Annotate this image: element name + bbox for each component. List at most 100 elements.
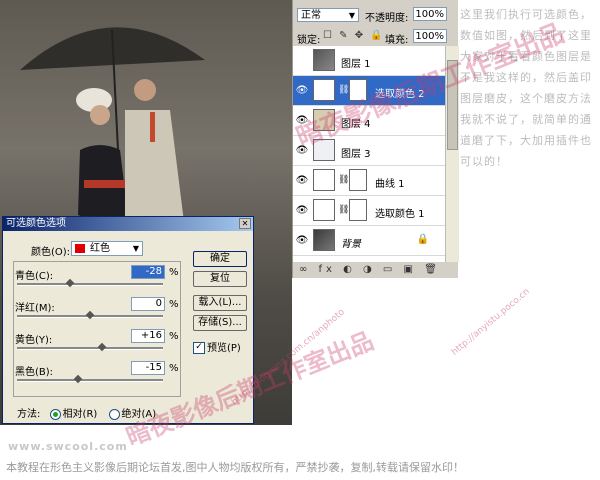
- layer-row[interactable]: 👁 ⛓ 选取颜色 2: [293, 76, 445, 106]
- man-face: [134, 79, 156, 101]
- percent-unit: %: [169, 267, 179, 278]
- chevron-down-icon: ▼: [132, 244, 139, 253]
- slider-track[interactable]: [17, 347, 163, 350]
- link-icon: ⛓: [338, 85, 350, 95]
- eye-icon[interactable]: 👁: [295, 175, 309, 187]
- woman-face: [90, 105, 110, 125]
- checkmark-icon[interactable]: ✓: [193, 342, 205, 354]
- reset-button[interactable]: 复位: [193, 271, 247, 287]
- mask-thumbnail: [349, 169, 367, 191]
- layer-thumbnail: [313, 49, 335, 71]
- slider-track[interactable]: [17, 283, 163, 286]
- copyright-note: 本教程在形色主义影像后期论坛首发,图中人物均版权所有，严禁抄袭，复制,转载请保留…: [6, 461, 464, 474]
- layer-thumbnail: [313, 229, 335, 251]
- mask-thumbnail: [349, 199, 367, 221]
- cyan-input[interactable]: -28: [131, 265, 165, 279]
- layer-name: 选取颜色 2: [375, 89, 425, 100]
- blend-mode-select[interactable]: 正常 ▼: [297, 8, 359, 22]
- layers-lock-bar: 锁定: ☐ ✎ ✥ 🔒 填充: 100%: [293, 28, 459, 46]
- mask-thumbnail: [349, 79, 367, 101]
- opacity-label: 不透明度:: [365, 13, 409, 24]
- adjustment-thumbnail: [313, 79, 335, 101]
- fill-input[interactable]: 100%: [413, 29, 447, 43]
- percent-unit: %: [169, 363, 179, 374]
- layer-name: 图层 3: [341, 149, 371, 160]
- yellow-input[interactable]: +16: [131, 329, 165, 343]
- layer-name: 图层 4: [341, 119, 371, 130]
- layer-row[interactable]: 👁 图层 4: [293, 106, 445, 136]
- layers-scrollbar[interactable]: [445, 46, 459, 262]
- eye-icon[interactable]: 👁: [295, 145, 309, 157]
- layer-name: 背景: [341, 239, 361, 250]
- blend-mode-value: 正常: [301, 10, 321, 21]
- eye-icon[interactable]: 👁: [295, 205, 309, 217]
- layers-bottom-toolbar[interactable]: ∞ fx ◐ ◑ ▭ ▣ 🗑: [293, 262, 459, 278]
- slider-label: 黄色(Y):: [15, 335, 53, 346]
- black-input[interactable]: -15: [131, 361, 165, 375]
- load-button[interactable]: 载入(L)...: [193, 295, 247, 311]
- slider-cyan: 青色(C): -28 %: [15, 265, 183, 297]
- watermark-url: http://anyistu.poco.cn: [450, 286, 532, 358]
- layers-top-bar: 正常 ▼ 不透明度: 100%: [293, 6, 459, 24]
- layers-panel: 正常 ▼ 不透明度: 100% 锁定: ☐ ✎ ✥ 🔒 填充: 100% 图层 …: [292, 0, 459, 278]
- magenta-input[interactable]: 0: [131, 297, 165, 311]
- relative-label: 相对(R): [62, 409, 98, 420]
- ok-button[interactable]: 确定: [193, 251, 247, 267]
- tutorial-side-text: 这里我们执行可选颜色，数值如图，然后到了这里大家对于看看颜色图层是不是我这样的，…: [460, 8, 592, 168]
- slider-yellow: 黄色(Y): +16 %: [15, 329, 183, 361]
- selective-color-dialog: 可选颜色选项 ✕ 颜色(O): 红色 ▼ 青色(C): -28 % 洋红(M):…: [2, 216, 254, 424]
- absolute-radio[interactable]: 绝对(A): [108, 408, 157, 420]
- save-button[interactable]: 存储(S)...: [193, 315, 247, 331]
- layer-thumbnail: [313, 109, 335, 131]
- layer-name: 选取颜色 1: [375, 209, 425, 220]
- layer-name: 曲线 1: [375, 179, 405, 190]
- scrollbar-thumb[interactable]: [447, 60, 458, 150]
- layer-row[interactable]: 👁 ⛓ 曲线 1: [293, 166, 445, 196]
- dialog-titlebar[interactable]: 可选颜色选项 ✕: [3, 217, 253, 231]
- layer-row[interactable]: 👁 背景 🔒: [293, 226, 445, 256]
- layer-thumbnail: [313, 139, 335, 161]
- color-swatch: [75, 244, 85, 253]
- slider-label: 洋红(M):: [15, 303, 55, 314]
- chevron-down-icon: ▼: [348, 11, 355, 20]
- method-label: 方法:: [17, 409, 41, 420]
- site-url: www.swcool.com: [8, 440, 128, 453]
- layer-row[interactable]: 图层 1: [293, 46, 445, 76]
- dialog-title: 可选颜色选项: [6, 218, 66, 229]
- layer-name: 图层 1: [341, 59, 371, 70]
- close-icon[interactable]: ✕: [239, 218, 251, 229]
- lock-icon: 🔒: [416, 234, 429, 245]
- method-row: 方法: 相对(R) 绝对(A): [17, 405, 156, 420]
- preview-label: 预览(P): [207, 343, 241, 354]
- colors-value: 红色: [90, 243, 110, 254]
- slider-label: 黑色(B):: [15, 367, 54, 378]
- layer-row[interactable]: 👁 图层 3: [293, 136, 445, 166]
- visibility-toggle[interactable]: [295, 55, 309, 67]
- link-icon: ⛓: [338, 175, 350, 185]
- lock-options-icons[interactable]: ☐ ✎ ✥ 🔒: [323, 30, 385, 41]
- lock-label: 锁定:: [297, 35, 321, 46]
- slider-label: 青色(C):: [15, 271, 54, 282]
- relative-radio[interactable]: 相对(R): [49, 408, 98, 420]
- link-icon: ⛓: [338, 205, 350, 215]
- woman-belt: [84, 180, 126, 188]
- layer-list: 图层 1 👁 ⛓ 选取颜色 2 👁 图层 4 👁 图层 3 👁 ⛓ 曲线 1 👁…: [293, 46, 445, 262]
- layer-row[interactable]: 👁 ⛓ 选取颜色 1: [293, 196, 445, 226]
- radio-icon[interactable]: [108, 408, 120, 420]
- eye-icon[interactable]: 👁: [295, 115, 309, 127]
- colors-select[interactable]: 红色 ▼: [71, 241, 143, 256]
- percent-unit: %: [169, 299, 179, 310]
- eye-icon[interactable]: 👁: [295, 85, 309, 97]
- man-tie: [150, 112, 155, 142]
- slider-black: 黑色(B): -15 %: [15, 361, 183, 393]
- slider-track[interactable]: [17, 379, 163, 382]
- slider-magenta: 洋红(M): 0 %: [15, 297, 183, 329]
- absolute-label: 绝对(A): [121, 409, 157, 420]
- opacity-input[interactable]: 100%: [413, 7, 447, 21]
- percent-unit: %: [169, 331, 179, 342]
- preview-checkbox[interactable]: ✓ 预览(P): [193, 339, 241, 354]
- eye-icon[interactable]: 👁: [295, 235, 309, 247]
- radio-selected-icon[interactable]: [49, 408, 61, 420]
- fill-label: 填充:: [385, 35, 409, 46]
- adjustment-thumbnail: [313, 199, 335, 221]
